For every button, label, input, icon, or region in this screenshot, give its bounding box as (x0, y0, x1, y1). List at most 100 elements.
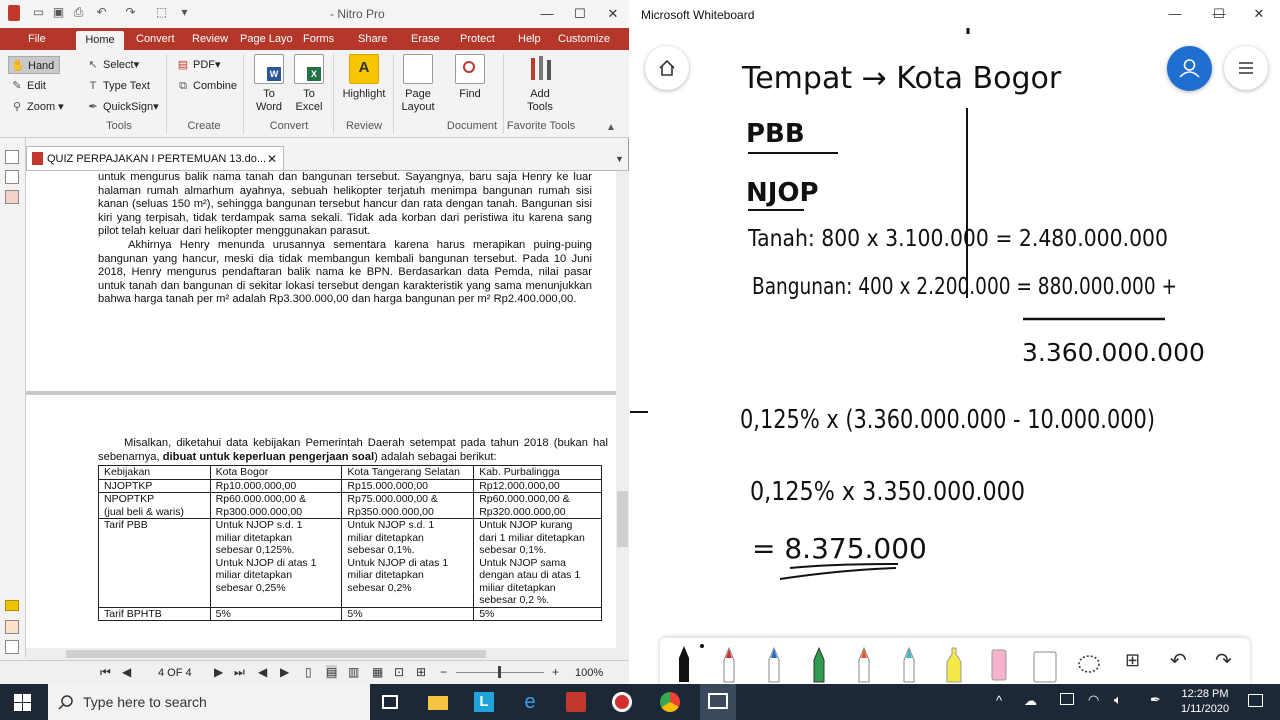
tab-file[interactable]: File (22, 28, 52, 50)
tab-list-icon[interactable]: ▼ (615, 154, 624, 164)
forward-icon[interactable]: ▶ (280, 665, 289, 679)
print-icon[interactable]: ⎙ (72, 6, 85, 19)
system-clock[interactable]: 12:28 PM 1/11/2020 (1165, 687, 1245, 717)
first-page-icon[interactable]: ⏮ (100, 665, 111, 680)
page-indicator[interactable]: 4 OF 4 (158, 667, 192, 679)
tab-home[interactable]: Home (76, 31, 124, 50)
highlight-button[interactable]: A Highlight (338, 54, 390, 101)
undo-icon[interactable]: ↶ (1170, 648, 1187, 673)
chrome-icon[interactable] (660, 692, 680, 712)
select-button[interactable]: ↖ Select▾ (86, 56, 139, 74)
pen-tray-icon[interactable]: ✒ (1150, 692, 1161, 708)
zoom-in-icon[interactable]: + (552, 665, 559, 679)
taskbar-search[interactable]: Type here to search (48, 684, 370, 720)
eraser-icon[interactable] (985, 644, 1013, 684)
document-tab[interactable]: QUIZ PERPAJAKAN I PERTEMUAN 13.do... ✕ (26, 146, 284, 171)
windows-start-icon[interactable] (14, 694, 31, 711)
quicksign-button[interactable]: ✒ QuickSign▾ (86, 98, 158, 116)
lasso-icon[interactable] (1075, 644, 1103, 684)
last-page-icon[interactable]: ⏭ (234, 665, 245, 680)
redo-icon[interactable]: ↷ (124, 6, 137, 19)
vertical-scrollbar[interactable] (616, 171, 629, 648)
tray-chevron-icon[interactable]: ^ (996, 693, 1002, 708)
fit-width-icon[interactable]: ⊡ (394, 665, 404, 679)
pages-panel-icon[interactable] (5, 150, 19, 164)
horizontal-scrollbar[interactable] (26, 648, 629, 660)
notifications-icon[interactable] (1248, 694, 1263, 707)
maximize-button-wb[interactable]: ☐ (1204, 0, 1234, 28)
whiteboard-taskbar-button[interactable] (700, 684, 736, 720)
open-icon[interactable]: ▭ (32, 6, 45, 19)
display-icon[interactable] (1060, 693, 1074, 705)
redo-icon[interactable]: ↷ (1215, 648, 1232, 673)
tab-forms[interactable]: Forms (297, 28, 340, 50)
green-pen-icon[interactable] (805, 644, 833, 684)
zoom-level[interactable]: 100% (575, 667, 603, 679)
pdf-button[interactable]: ▤ PDF▾ (176, 56, 221, 74)
to-excel-button[interactable]: X To Excel (290, 54, 328, 114)
minimize-button[interactable]: — (532, 0, 562, 28)
close-tab-icon[interactable]: ✕ (267, 152, 277, 166)
nitro-taskbar-icon[interactable] (566, 692, 586, 712)
signatures-icon[interactable] (5, 620, 19, 634)
grid-view-icon[interactable]: ▦ (372, 665, 383, 679)
tab-protect[interactable]: Protect (454, 28, 501, 50)
add-icon[interactable]: ⊞ (1125, 650, 1140, 671)
combine-button[interactable]: ⧉ Combine (176, 77, 237, 95)
galaxy-pen-icon[interactable] (895, 644, 923, 684)
zoom-out-icon[interactable]: − (440, 665, 447, 679)
prev-page-icon[interactable]: ◀ (122, 665, 131, 679)
record-icon[interactable] (612, 692, 632, 712)
back-icon[interactable]: ◀ (258, 665, 267, 679)
customize-qa-icon[interactable]: ▾ (178, 6, 191, 19)
type-text-button[interactable]: T Type Text (86, 77, 150, 95)
add-tools-button[interactable]: Add Tools (520, 54, 560, 114)
blue-pen-icon[interactable] (760, 644, 788, 684)
facing-icon[interactable]: ▥ (348, 665, 359, 679)
next-page-icon[interactable]: ▶ (214, 665, 223, 679)
bookmarks-icon[interactable] (5, 170, 19, 184)
save-icon[interactable]: ▣ (52, 6, 65, 19)
onedrive-icon[interactable]: ☁ (1024, 693, 1037, 709)
edge-icon[interactable]: e (520, 692, 540, 712)
zoom-slider-thumb[interactable] (498, 666, 501, 678)
hand-tool-button[interactable]: ✋ Hand (8, 56, 60, 74)
tab-review[interactable]: Review (186, 28, 234, 50)
whiteboard-canvas[interactable]: Tempat → Kota Bogor PBB NJOP Tanah: 800 … (630, 28, 1280, 638)
rainbow-pen-icon[interactable] (850, 644, 878, 684)
highlighter-icon[interactable] (940, 644, 968, 684)
red-pen-icon[interactable] (715, 644, 743, 684)
close-button[interactable]: ✕ (598, 0, 628, 28)
maximize-button[interactable]: ☐ (565, 0, 595, 28)
zoom-tool-button[interactable]: ⚲ Zoom ▾ (10, 98, 64, 116)
attachments-icon[interactable] (5, 190, 19, 204)
single-page-icon[interactable]: ▯ (305, 665, 312, 679)
wifi-icon[interactable]: ◠ (1088, 692, 1099, 708)
tab-erase[interactable]: Erase (405, 28, 446, 50)
undo-icon[interactable]: ↶ (95, 6, 108, 19)
task-view-icon[interactable] (382, 695, 398, 709)
fit-page-icon[interactable]: ⊞ (416, 665, 426, 679)
app-l-icon[interactable]: L (474, 692, 494, 712)
volume-icon[interactable]: 🔈︎ (1114, 692, 1122, 708)
page-layout-button[interactable]: Page Layout (398, 54, 438, 114)
minimize-button-wb[interactable]: — (1160, 0, 1190, 28)
scroll-thumb[interactable] (617, 491, 628, 547)
document-viewport[interactable]: untuk mengurus balik nama tanah dan bang… (26, 171, 616, 648)
edit-tool-button[interactable]: ✎ Edit (10, 77, 46, 95)
close-button-wb[interactable]: ✕ (1244, 0, 1274, 28)
find-button[interactable]: Find (452, 54, 488, 101)
to-word-button[interactable]: W To Word (250, 54, 288, 114)
tab-page-layout[interactable]: Page Layo (234, 28, 299, 50)
tab-convert[interactable]: Convert (130, 28, 181, 50)
ruler-icon[interactable] (1030, 644, 1058, 684)
select-tool-icon[interactable]: ⬚ (155, 6, 168, 19)
black-pen-icon[interactable] (670, 644, 698, 684)
collapse-ribbon-icon[interactable]: ▲ (606, 122, 616, 133)
tab-help[interactable]: Help (512, 28, 547, 50)
tab-customize[interactable]: Customize (552, 28, 616, 50)
continuous-icon[interactable]: ▤ (326, 665, 338, 679)
scroll-thumb[interactable] (66, 650, 486, 658)
output-icon[interactable] (5, 640, 19, 654)
tab-share[interactable]: Share (352, 28, 393, 50)
